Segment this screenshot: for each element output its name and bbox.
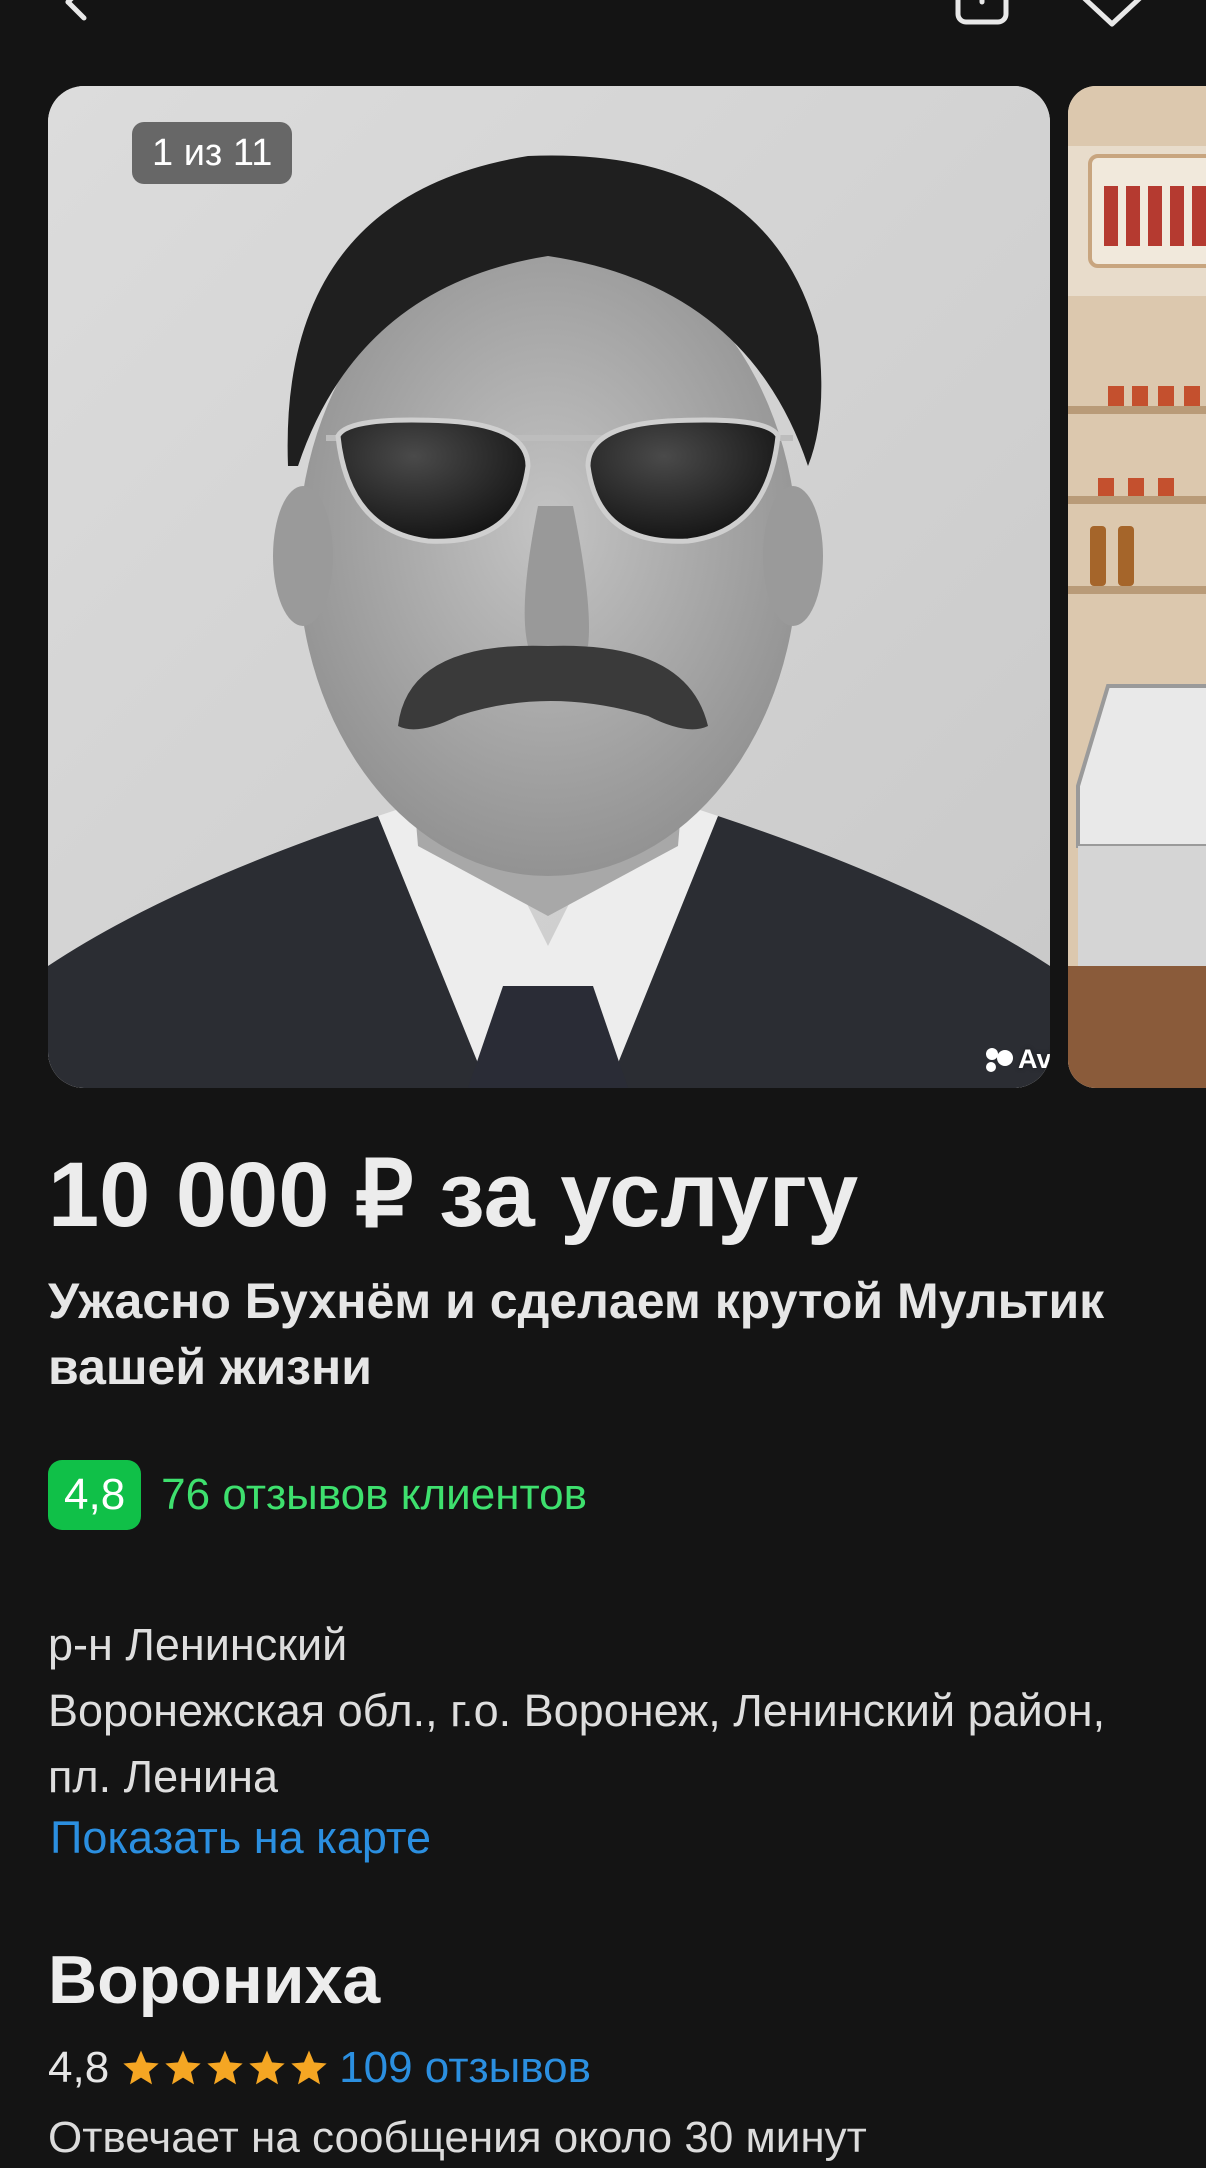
- price: 10 000 ₽ за услугу: [48, 1144, 859, 1246]
- client-reviews-link[interactable]: 76 отзывов клиентов: [161, 1470, 587, 1520]
- shop-interior-image: [1068, 86, 1206, 1088]
- district: р-н Ленинский: [48, 1619, 348, 1670]
- response-time: Отвечает на сообщения около 30 минут: [48, 2113, 867, 2162]
- next-photo-preview[interactable]: [1068, 86, 1206, 1088]
- avito-watermark: Avito: [984, 1044, 1050, 1075]
- seller-name[interactable]: Ворониха: [48, 1938, 380, 2022]
- star-icon: [165, 2050, 201, 2085]
- listing-photo[interactable]: 1 из 11 Avito: [48, 86, 1050, 1088]
- photo-counter: 1 из 11: [132, 122, 293, 184]
- photo-gallery[interactable]: 1 из 11 Avito: [0, 86, 1206, 1088]
- portrait-image: [48, 86, 1050, 1088]
- avito-logo-icon: [986, 1047, 1013, 1072]
- address-block: р-н Ленинский Воронежская обл., г.о. Вор…: [48, 1612, 1158, 1810]
- seller-score: 4,8: [48, 2043, 110, 2092]
- full-address: Воронежская обл., г.о. Воронеж, Ленински…: [48, 1685, 1106, 1802]
- star-rating: [121, 2048, 329, 2088]
- star-icon: [207, 2050, 243, 2085]
- avito-watermark-text: Avito: [1018, 1044, 1050, 1074]
- star-icon: [249, 2050, 285, 2085]
- rating-row[interactable]: 4,8 76 отзывов клиентов: [48, 1460, 587, 1530]
- show-on-map-link[interactable]: Показать на карте: [50, 1808, 431, 1868]
- seller-rating-row[interactable]: 4,8 109 отзывов: [48, 2040, 591, 2096]
- star-icon: [123, 2050, 159, 2085]
- star-icon: [291, 2050, 327, 2085]
- heart-icon[interactable]: [1080, 0, 1144, 28]
- listing-title: Ужасно Бухнём и сделаем крутой Мультик в…: [48, 1273, 1105, 1395]
- rating-badge: 4,8: [48, 1460, 142, 1530]
- seller-reviews-link[interactable]: 109 отзывов: [339, 2040, 591, 2096]
- chevron-left-icon[interactable]: [56, 0, 96, 22]
- top-bar: [0, 0, 1206, 40]
- share-icon[interactable]: [952, 0, 1012, 26]
